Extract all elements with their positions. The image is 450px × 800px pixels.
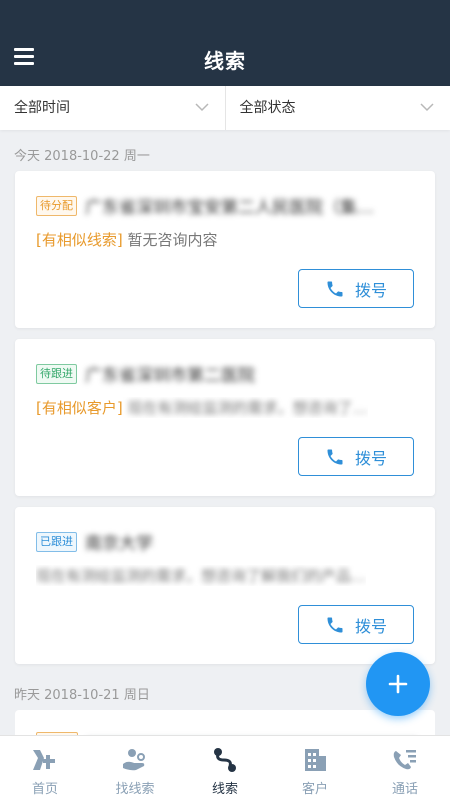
plus-icon: [388, 674, 408, 694]
tab-customers[interactable]: 客户: [270, 736, 360, 800]
home-icon: [33, 750, 55, 770]
find-leads-icon: [123, 749, 145, 771]
time-filter-dropdown[interactable]: 全部时间: [0, 86, 225, 130]
time-filter-label: 全部时间: [14, 100, 70, 116]
tab-customers-label: 客户: [301, 782, 328, 797]
app-header: 线索: [0, 0, 450, 86]
call-list-icon: [393, 750, 416, 770]
tab-find-leads[interactable]: 找线索: [90, 736, 180, 800]
status-filter-dropdown[interactable]: 全部状态: [224, 86, 450, 130]
dial-button[interactable]: 拨号: [298, 269, 414, 308]
filter-bar: 全部时间 全部状态: [0, 86, 450, 130]
lead-card[interactable]: 待分配 广东省深圳市宝安第二人民医院（集… [有相似线索] 暂无咨询内容 拨号: [15, 171, 435, 328]
building-icon: [305, 749, 326, 771]
tab-calls[interactable]: 通话: [360, 736, 450, 800]
tab-home[interactable]: 首页: [0, 736, 90, 800]
status-badge: 已跟进: [36, 531, 77, 552]
dial-label: 拨号: [354, 616, 387, 636]
dial-button[interactable]: 拨号: [298, 437, 414, 476]
tab-leads-label: 线索: [211, 782, 238, 797]
add-lead-button[interactable]: [366, 652, 430, 716]
similar-tag[interactable]: [有相似线索]: [36, 231, 123, 249]
dial-label: 拨号: [354, 280, 387, 300]
lead-description: 现在有测绘监测的需求，想咨询了…: [127, 399, 368, 417]
lead-title: 广东省深圳市第二医院: [85, 366, 255, 386]
lead-title: 广东省深圳市宝安第二人民医院（集…: [85, 198, 374, 218]
tab-find-leads-label: 找线索: [115, 782, 155, 797]
chevron-down-icon: [194, 103, 209, 112]
status-badge: 待分配: [36, 195, 77, 216]
lead-title: 南京大学: [85, 534, 153, 554]
chevron-down-icon: [420, 103, 434, 112]
lead-card[interactable]: 已跟进 南京大学 现在有测绘监测的需求，想咨询了解我们的产品… 拨号: [15, 507, 435, 664]
phone-icon: [327, 449, 343, 464]
bottom-tab-bar: 首页 找线索 线索 客户 通话: [0, 735, 450, 800]
section-date-yesterday: 昨天 2018-10-21 周日: [14, 688, 150, 703]
tab-calls-label: 通话: [391, 782, 418, 797]
phone-icon: [327, 281, 343, 296]
similar-tag[interactable]: [有相似客户]: [36, 399, 123, 417]
status-badge: 待跟进: [36, 363, 77, 384]
dial-label: 拨号: [354, 448, 387, 468]
section-date-today: 今天 2018-10-22 周一: [14, 149, 150, 164]
page-title: 线索: [204, 49, 246, 73]
tab-leads[interactable]: 线索: [180, 736, 270, 800]
leads-icon: [214, 748, 236, 772]
dial-button[interactable]: 拨号: [298, 605, 414, 644]
lead-description: 暂无咨询内容: [127, 231, 218, 249]
status-filter-label: 全部状态: [239, 100, 296, 116]
lead-card[interactable]: 待跟进 广东省深圳市第二医院 [有相似客户] 现在有测绘监测的需求，想咨询了… …: [15, 339, 435, 496]
lead-description: 现在有测绘监测的需求，想咨询了解我们的产品…: [36, 567, 367, 585]
tab-home-label: 首页: [31, 782, 58, 797]
phone-icon: [327, 617, 343, 632]
